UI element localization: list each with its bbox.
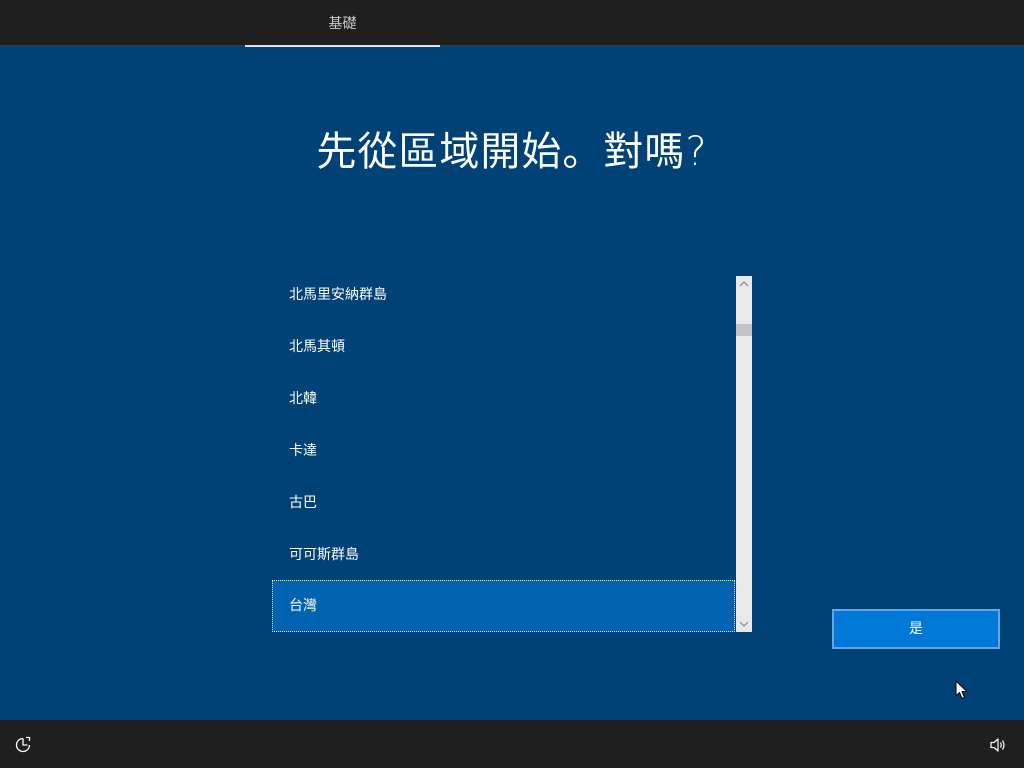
scroll-down-arrow-icon[interactable]	[736, 616, 752, 632]
tab-basics[interactable]: 基礎	[245, 0, 440, 47]
region-listbox[interactable]: 北馬里安納群島 北馬其頓 北韓 卡達 古巴 可可斯群島 台灣	[272, 276, 752, 632]
bottom-bar	[0, 720, 1024, 768]
top-bar: 基礎	[0, 0, 1024, 47]
list-scrollbar[interactable]	[736, 276, 752, 632]
volume-icon[interactable]	[989, 736, 1007, 754]
page-title: 先從區域開始。對嗎?	[316, 129, 708, 175]
list-item-taiwan[interactable]: 台灣	[272, 580, 735, 632]
list-item-cocos-islands[interactable]: 可可斯群島	[272, 529, 735, 581]
tab-basics-label: 基礎	[328, 16, 357, 32]
list-item-northern-mariana-islands[interactable]: 北馬里安納群島	[272, 276, 735, 321]
ease-of-access-icon[interactable]	[14, 736, 32, 754]
yes-button[interactable]: 是	[832, 609, 1000, 649]
list-item-north-macedonia[interactable]: 北馬其頓	[272, 321, 735, 373]
scroll-thumb[interactable]	[736, 324, 752, 336]
scroll-up-arrow-icon[interactable]	[736, 276, 752, 292]
mouse-cursor-icon	[955, 680, 968, 699]
region-list[interactable]: 北馬里安納群島 北馬其頓 北韓 卡達 古巴 可可斯群島 台灣	[272, 276, 735, 632]
list-item-north-korea[interactable]: 北韓	[272, 373, 735, 425]
list-item-qatar[interactable]: 卡達	[272, 425, 735, 477]
list-item-cuba[interactable]: 古巴	[272, 477, 735, 529]
